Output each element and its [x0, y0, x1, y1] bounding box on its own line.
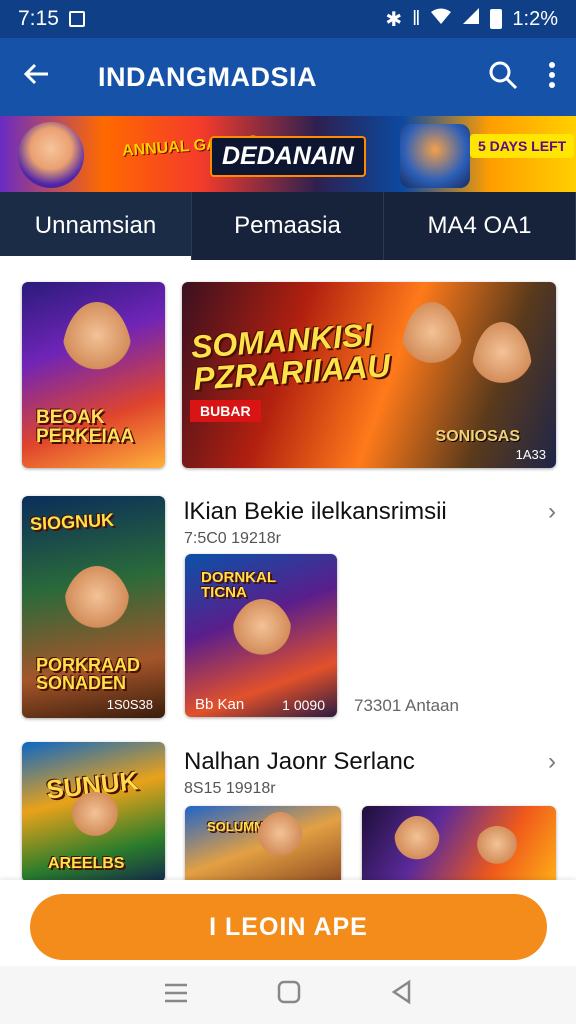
card-count: 1A33: [515, 447, 546, 462]
nav-back-icon[interactable]: [389, 979, 413, 1012]
banner-character-right: [400, 124, 470, 188]
tab-label: Pemaasia: [234, 212, 341, 239]
main-content: BEOAK PERKEIAA SOMANKISI PZRARIIAAU BUBA…: [0, 260, 576, 886]
system-nav-bar: [0, 966, 576, 1024]
battery-icon: [490, 9, 503, 29]
tab-3[interactable]: MA4 OA1: [384, 192, 576, 260]
card-character: [472, 826, 522, 886]
chevron-right-icon[interactable]: ›: [548, 748, 556, 776]
tab-label: Unnamsian: [34, 212, 157, 239]
app-title: INDANGMADSIA: [98, 61, 317, 92]
card-character: [62, 302, 132, 412]
section-title[interactable]: lKian Bekie ilelkansrimsii: [184, 498, 447, 526]
back-arrow-icon: [23, 63, 48, 84]
card-character: [392, 816, 442, 886]
card-count: 1 0090: [282, 697, 325, 713]
banner-character-left: [18, 122, 84, 188]
search-icon: [489, 61, 518, 89]
card-subtitle: AREELBS: [48, 855, 125, 872]
card-title: BEOAK PERKEIAA: [36, 407, 135, 447]
section-meta: 73301 Antaan: [354, 696, 459, 715]
image-notification-icon: [68, 11, 85, 27]
chevron-right-icon[interactable]: ›: [548, 498, 556, 526]
vibrate-icon: ‖: [412, 7, 421, 30]
banner-badge-right: 5 DAYS LEFT: [470, 134, 575, 158]
signal-icon: [462, 7, 480, 31]
app-bar: INDANGMADSIA: [0, 38, 576, 116]
status-time: 7:15: [18, 7, 59, 30]
tab-2[interactable]: Pemaasia: [192, 192, 384, 260]
back-button[interactable]: [0, 59, 72, 96]
tab-bar: Unnamsian Pemaasia MA4 OA1: [0, 192, 576, 260]
card-title: SOMANKISI PZRARIIAAU: [189, 316, 392, 397]
game-card-7[interactable]: [362, 806, 556, 886]
section-subtitle: 7:5C0 19218r: [184, 530, 281, 547]
cta-container: I LEOIN APE: [0, 880, 576, 966]
bluetooth-icon: ✱: [385, 8, 403, 31]
card-character: [67, 792, 123, 862]
card-badge: BUBAR: [190, 400, 261, 422]
game-card-4[interactable]: DORNKAL TICNA Bb Kan 1 0090: [185, 554, 337, 717]
card-character: [472, 322, 532, 422]
status-bar: 7:15 ✱ ‖ 1:2%: [0, 0, 576, 38]
card-character: [255, 812, 305, 882]
game-card-1[interactable]: BEOAK PERKEIAA: [22, 282, 165, 468]
tab-label: MA4 OA1: [427, 212, 532, 239]
nav-menu-icon[interactable]: [163, 980, 189, 1011]
search-button[interactable]: [488, 60, 518, 95]
promo-banner[interactable]: ANNUAL GAMING DEDANAIN 5 DAYS LEFT: [0, 116, 576, 192]
card-label: Bb Kan: [195, 696, 245, 713]
more-vert-icon: [549, 61, 555, 88]
card-title: SIOGNUK: [29, 509, 115, 535]
game-card-3[interactable]: SIOGNUK PORKRAAD SONADEN 1S0S38: [22, 496, 165, 718]
battery-text: 1:2%: [512, 7, 558, 30]
card-emblem: SONIOSAS: [435, 428, 520, 445]
card-title: DORNKAL TICNA: [201, 569, 276, 601]
more-options-button[interactable]: [548, 61, 556, 94]
wifi-icon: [430, 7, 452, 31]
nav-home-icon[interactable]: [276, 979, 302, 1012]
game-card-6[interactable]: SOLUMMON: [185, 806, 341, 886]
status-icons: ✱ ‖ 1:2%: [385, 7, 558, 32]
tab-1[interactable]: Unnamsian: [0, 192, 192, 260]
join-app-button[interactable]: I LEOIN APE: [30, 894, 547, 960]
section-subtitle: 8S15 19918r: [184, 780, 276, 797]
card-character: [62, 566, 132, 666]
card-character: [230, 599, 294, 689]
game-card-featured[interactable]: SOMANKISI PZRARIIAAU BUBAR SONIOSAS 1A33: [182, 282, 556, 468]
card-count: 1S0S38: [106, 697, 153, 712]
section-title[interactable]: Nalhan Jaonr Serlanc: [184, 748, 415, 776]
banner-main-title: DEDANAIN: [210, 136, 366, 177]
game-card-5[interactable]: SUNUK AREELBS: [22, 742, 165, 882]
card-character: [402, 302, 462, 402]
card-subtitle: PORKRAAD SONADEN: [36, 655, 141, 693]
